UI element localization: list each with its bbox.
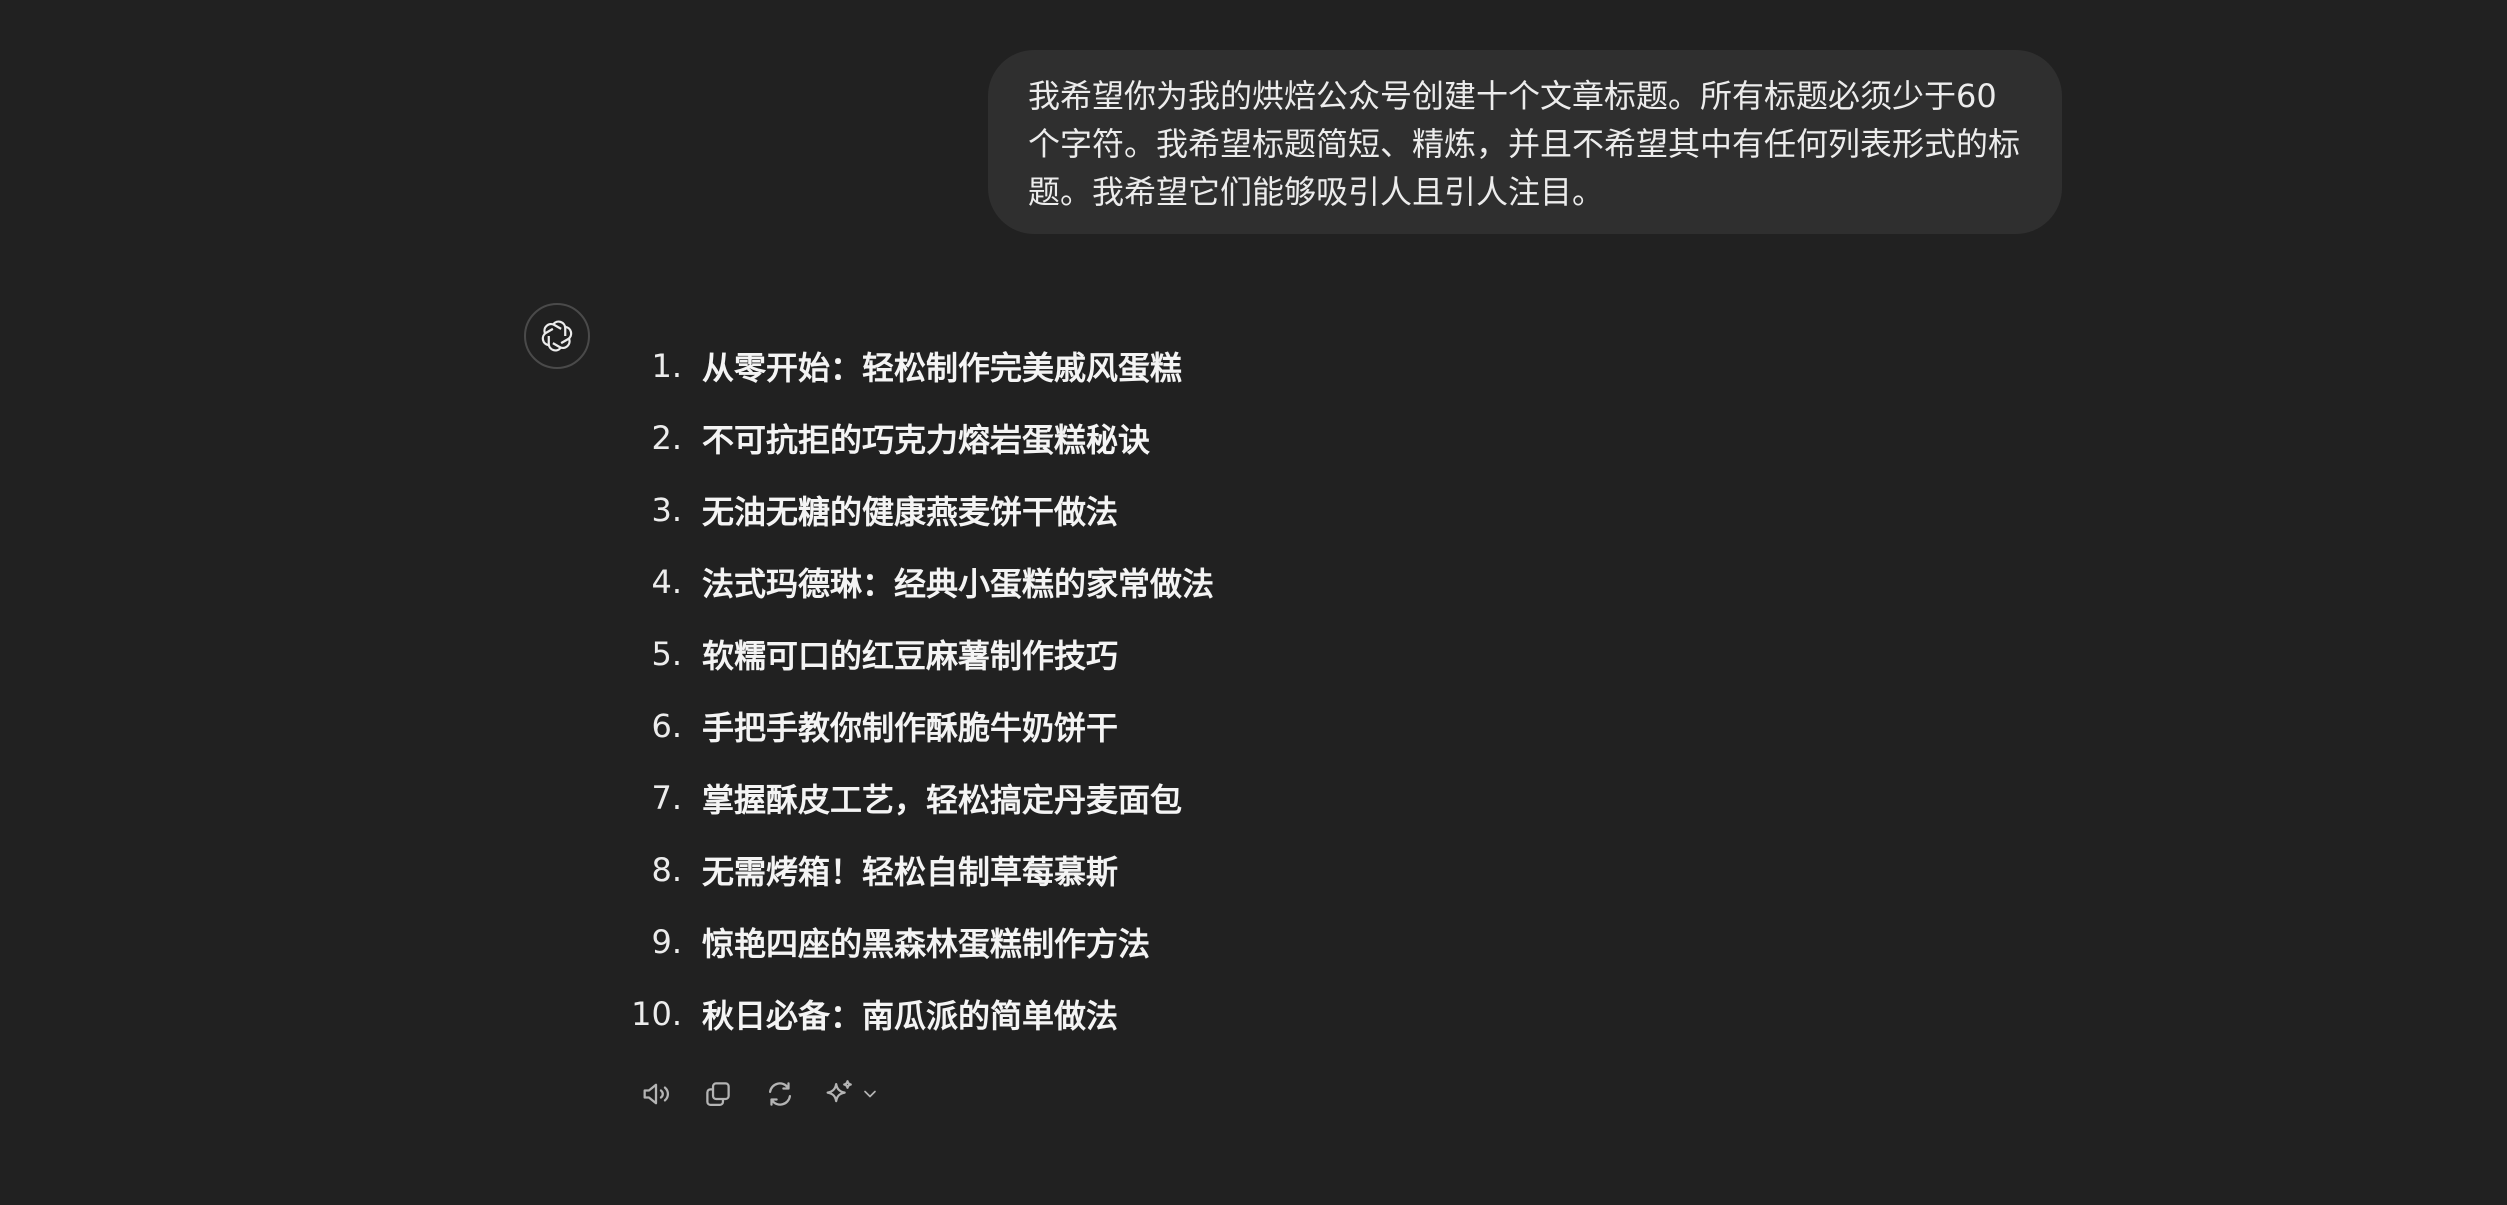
- speaker-icon: [643, 1083, 670, 1105]
- list-item: 3. 无油无糖的健康燕麦饼干做法: [620, 474, 1214, 546]
- list-item-text: 手把手教你制作酥脆牛奶饼干: [702, 709, 1119, 747]
- openai-logo-icon: [541, 320, 573, 352]
- list-item-text: 无油无糖的健康燕麦饼干做法: [702, 493, 1119, 531]
- list-item: 4. 法式玛德琳：经典小蛋糕的家常做法: [620, 546, 1214, 618]
- list-item-number: 4.: [651, 563, 682, 601]
- list-item-number: 9.: [651, 923, 682, 961]
- list-item: 5. 软糯可口的红豆麻薯制作技巧: [620, 618, 1214, 690]
- list-item-text: 不可抗拒的巧克力熔岩蛋糕秘诀: [702, 421, 1151, 459]
- model-switch-button[interactable]: [822, 1074, 880, 1114]
- sparkle-icon: [826, 1080, 852, 1103]
- copy-button[interactable]: [698, 1074, 738, 1114]
- user-message-bubble: 我希望你为我的烘焙公众号创建十个文章标题。所有标题必须少于60个字符。我希望标题…: [988, 50, 2062, 234]
- chat-page: 我希望你为我的烘焙公众号创建十个文章标题。所有标题必须少于60个字符。我希望标题…: [0, 0, 2507, 1205]
- chevron-down-icon: [864, 1090, 876, 1098]
- list-item: 7. 掌握酥皮工艺，轻松搞定丹麦面包: [620, 762, 1214, 834]
- read-aloud-button[interactable]: [636, 1074, 676, 1114]
- list-item-number: 10.: [631, 995, 682, 1033]
- assistant-avatar: [524, 303, 590, 369]
- list-item-text: 软糯可口的红豆麻薯制作技巧: [702, 637, 1119, 675]
- list-item: 10. 秋日必备：南瓜派的简单做法: [620, 978, 1214, 1050]
- list-item-number: 5.: [651, 635, 682, 673]
- list-item-text: 无需烤箱！轻松自制草莓慕斯: [702, 853, 1119, 891]
- list-item-number: 7.: [651, 779, 682, 817]
- list-item-number: 8.: [651, 851, 682, 889]
- list-item-text: 秋日必备：南瓜派的简单做法: [702, 997, 1119, 1035]
- list-item: 8. 无需烤箱！轻松自制草莓慕斯: [620, 834, 1214, 906]
- list-item-text: 从零开始：轻松制作完美戚风蛋糕: [702, 349, 1183, 387]
- list-item-text: 掌握酥皮工艺，轻松搞定丹麦面包: [702, 781, 1183, 819]
- list-item: 2. 不可抗拒的巧克力熔岩蛋糕秘诀: [620, 402, 1214, 474]
- list-item-number: 6.: [651, 707, 682, 745]
- regenerate-button[interactable]: [760, 1074, 800, 1114]
- list-item-text: 法式玛德琳：经典小蛋糕的家常做法: [702, 565, 1215, 603]
- list-item: 9. 惊艳四座的黑森林蛋糕制作方法: [620, 906, 1214, 978]
- regenerate-icon: [768, 1082, 792, 1106]
- list-item: 1. 从零开始：轻松制作完美戚风蛋糕: [620, 330, 1214, 402]
- list-item-text: 惊艳四座的黑森林蛋糕制作方法: [702, 925, 1151, 963]
- list-item-number: 2.: [651, 419, 682, 457]
- list-item-number: 1.: [651, 347, 682, 385]
- assistant-answer-list: 1. 从零开始：轻松制作完美戚风蛋糕 2. 不可抗拒的巧克力熔岩蛋糕秘诀 3. …: [620, 330, 1214, 1050]
- list-item: 6. 手把手教你制作酥脆牛奶饼干: [620, 690, 1214, 762]
- message-action-bar: [636, 1074, 880, 1114]
- list-item-number: 3.: [651, 491, 682, 529]
- copy-icon: [706, 1082, 730, 1107]
